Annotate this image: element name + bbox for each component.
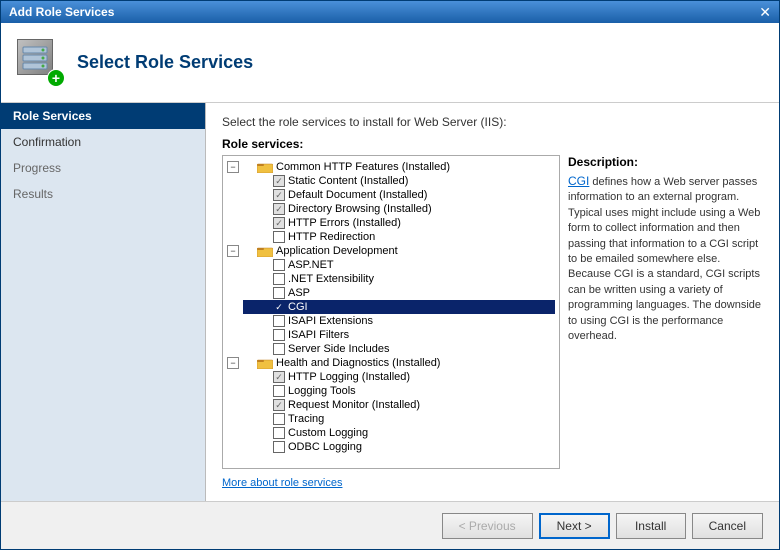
checkbox-custom-logging[interactable] (273, 427, 285, 439)
role-services-label: Role services: (222, 137, 763, 151)
checkbox-http-logging[interactable] (273, 371, 285, 383)
checkbox-dir-browsing[interactable] (273, 203, 285, 215)
tree-item-cgi[interactable]: CGI (243, 300, 555, 314)
description-container: Description: CGI defines how a Web serve… (568, 155, 763, 469)
checkbox-asp[interactable] (273, 287, 285, 299)
folder-icon-health (257, 357, 273, 369)
install-button[interactable]: Install (616, 513, 686, 539)
tree-item-http-errors[interactable]: HTTP Errors (Installed) (243, 216, 555, 230)
cancel-button[interactable]: Cancel (692, 513, 763, 539)
checkbox-req-monitor[interactable] (273, 399, 285, 411)
folder-icon (257, 161, 273, 173)
checkbox-aspnet[interactable] (273, 259, 285, 271)
tree-item-odbc[interactable]: ODBC Logging (243, 440, 555, 454)
description-link[interactable]: CGI (568, 174, 589, 188)
nav-item-results: Results (1, 181, 205, 207)
checkbox-static-content[interactable] (273, 175, 285, 187)
footer-link-area: More about role services (222, 475, 763, 489)
tree-desc-container: − Common HTTP Features (Installed) Stati… (222, 155, 763, 469)
instruction-text: Select the role services to install for … (222, 115, 763, 129)
description-label: Description: (568, 155, 763, 169)
nav-item-confirmation[interactable]: Confirmation (1, 129, 205, 155)
checkbox-server-side[interactable] (273, 343, 285, 355)
tree-item-asp[interactable]: ASP (243, 286, 555, 300)
tree-item-server-side[interactable]: Server Side Includes (243, 342, 555, 356)
next-button[interactable]: Next > (539, 513, 610, 539)
checkbox-isapi-filters[interactable] (273, 329, 285, 341)
expand-app-dev[interactable]: − (227, 245, 239, 257)
add-badge: + (47, 69, 65, 87)
checkbox-logging-tools[interactable] (273, 385, 285, 397)
folder-icon-appdev (257, 245, 273, 257)
left-navigation: Role Services Confirmation Progress Resu… (1, 103, 206, 501)
checkbox-http-errors[interactable] (273, 217, 285, 229)
header-title: Select Role Services (77, 52, 253, 73)
checkbox-default-doc[interactable] (273, 189, 285, 201)
tree-item-req-monitor[interactable]: Request Monitor (Installed) (243, 398, 555, 412)
tree-section-common-http[interactable]: − Common HTTP Features (Installed) (227, 160, 555, 174)
checkbox-odbc[interactable] (273, 441, 285, 453)
more-about-link[interactable]: More about role services (222, 477, 342, 489)
tree-item-default-doc[interactable]: Default Document (Installed) (243, 188, 555, 202)
checkbox-tracing[interactable] (273, 413, 285, 425)
window-title: Add Role Services (9, 5, 114, 19)
nav-item-progress: Progress (1, 155, 205, 181)
bottom-bar: < Previous Next > Install Cancel (1, 501, 779, 549)
tree-section-health[interactable]: − Health and Diagnostics (Installed) (227, 356, 555, 370)
main-content: Role Services Confirmation Progress Resu… (1, 103, 779, 501)
header-icon: + (17, 39, 65, 87)
tree-item-http-logging[interactable]: HTTP Logging (Installed) (243, 370, 555, 384)
right-content: Select the role services to install for … (206, 103, 779, 501)
tree-item-logging-tools[interactable]: Logging Tools (243, 384, 555, 398)
window: Add Role Services ✕ + Select Role Servic… (0, 0, 780, 550)
tree-item-http-redirect[interactable]: HTTP Redirection (243, 230, 555, 244)
server-svg-icon (21, 43, 49, 71)
tree-section-app-dev[interactable]: − Application Development (227, 244, 555, 258)
checkbox-cgi[interactable] (273, 301, 285, 313)
tree-item-isapi-ext[interactable]: ISAPI Extensions (243, 314, 555, 328)
title-bar: Add Role Services ✕ (1, 1, 779, 23)
header-area: + Select Role Services (1, 23, 779, 103)
tree-item-isapi-filters[interactable]: ISAPI Filters (243, 328, 555, 342)
close-button[interactable]: ✕ (759, 4, 771, 21)
expand-common-http[interactable]: − (227, 161, 239, 173)
previous-button[interactable]: < Previous (442, 513, 533, 539)
checkbox-http-redirect[interactable] (273, 231, 285, 243)
nav-item-role-services[interactable]: Role Services (1, 103, 205, 129)
tree-container[interactable]: − Common HTTP Features (Installed) Stati… (222, 155, 560, 469)
server-icon (17, 39, 53, 75)
tree-item-dir-browsing[interactable]: Directory Browsing (Installed) (243, 202, 555, 216)
tree-item-tracing[interactable]: Tracing (243, 412, 555, 426)
tree-item-net-ext[interactable]: .NET Extensibility (243, 272, 555, 286)
tree-item-aspnet[interactable]: ASP.NET (243, 258, 555, 272)
checkbox-isapi-ext[interactable] (273, 315, 285, 327)
expand-health[interactable]: − (227, 357, 239, 369)
tree-item-static-content[interactable]: Static Content (Installed) (243, 174, 555, 188)
description-text: CGI defines how a Web server passes info… (568, 173, 763, 344)
tree-item-custom-logging[interactable]: Custom Logging (243, 426, 555, 440)
checkbox-net-ext[interactable] (273, 273, 285, 285)
